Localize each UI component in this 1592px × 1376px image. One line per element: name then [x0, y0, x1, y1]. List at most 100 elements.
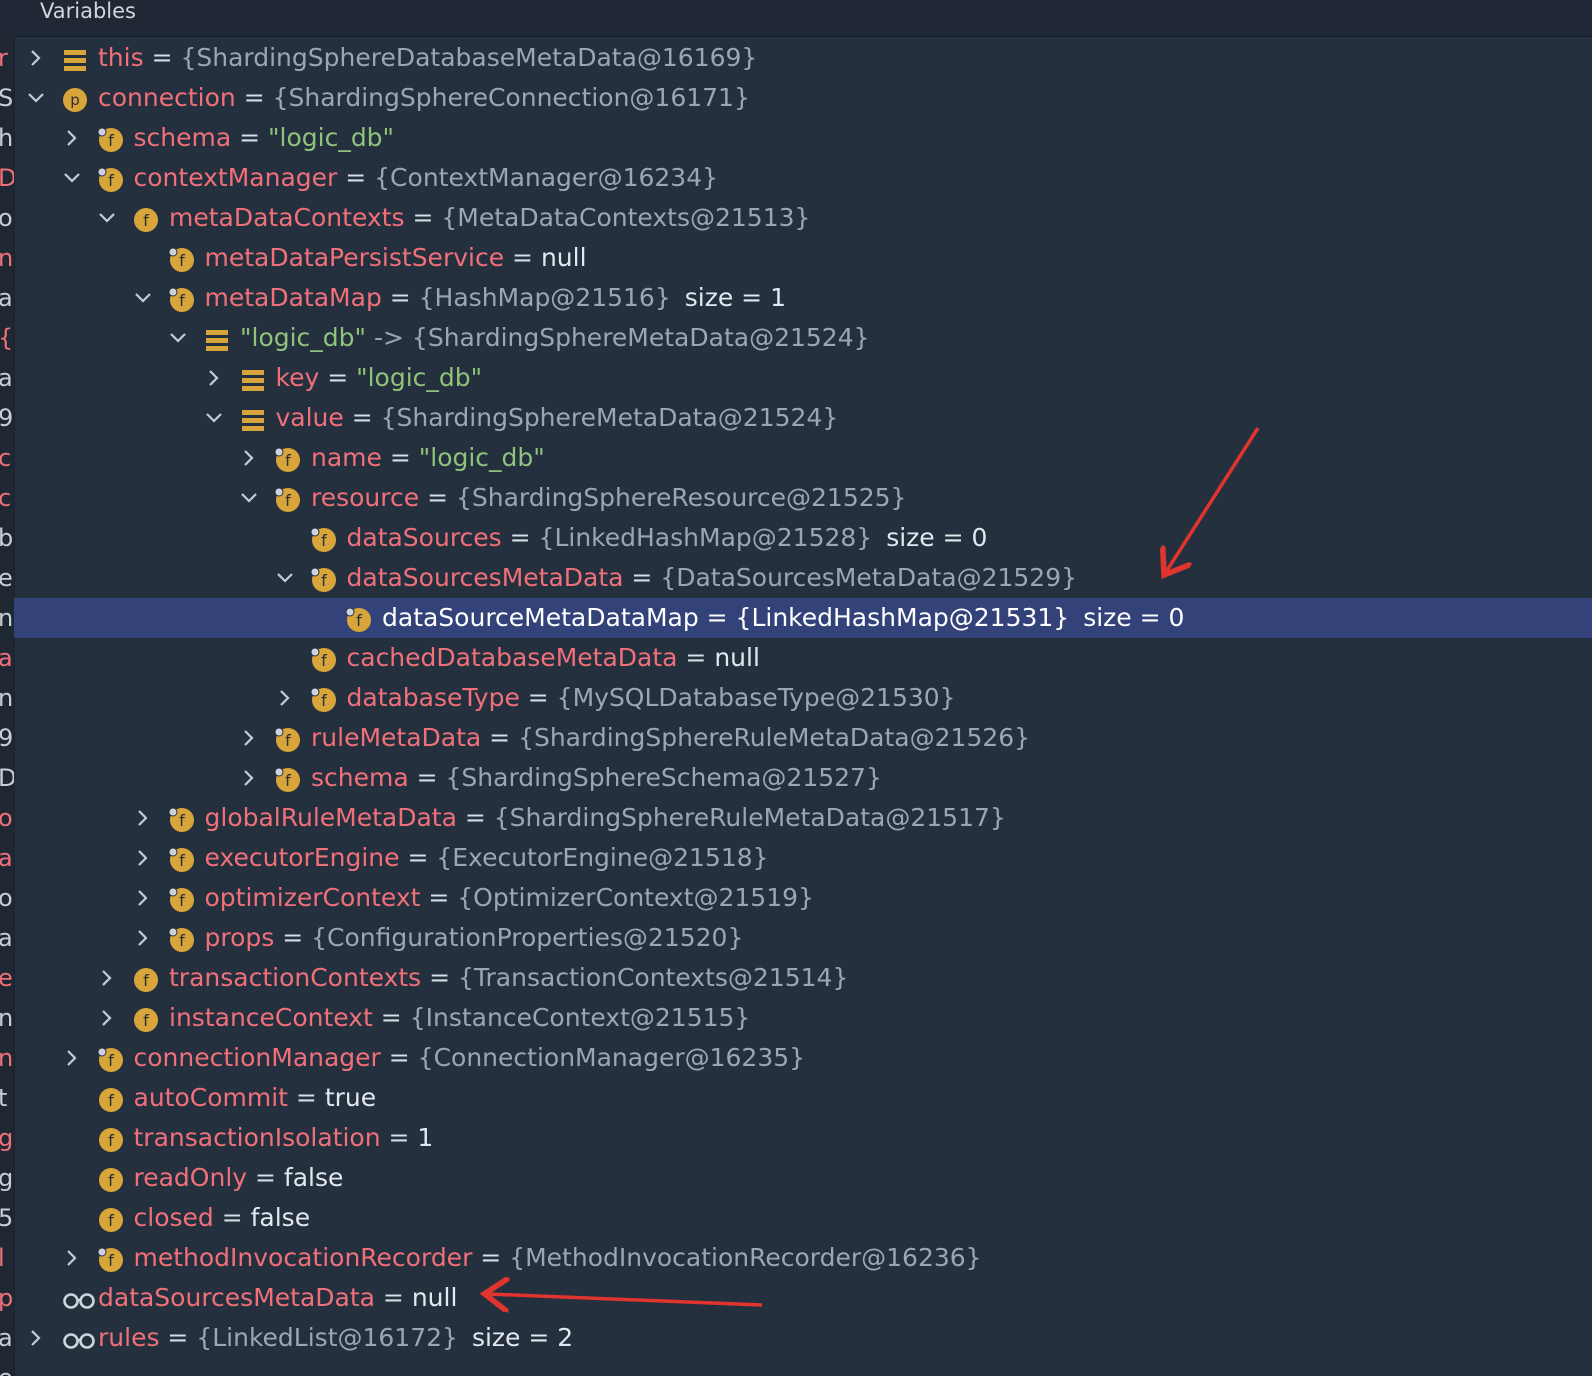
- variable-row-rulemetadata[interactable]: f ruleMetaData = {ShardingSphereRuleMetaD…: [0, 718, 1592, 758]
- variable-value: {LinkedHashMap@21528}: [538, 523, 873, 552]
- svg-text:f: f: [108, 1091, 114, 1110]
- variable-text: key = "logic_db": [276, 358, 483, 398]
- svg-text:f: f: [143, 971, 149, 990]
- chevron-right-icon[interactable]: [26, 38, 46, 78]
- svg-text:f: f: [321, 651, 327, 670]
- field-lock-icon: f: [274, 485, 301, 512]
- chevron-down-icon[interactable]: [26, 78, 46, 118]
- assign-operator: =: [504, 243, 541, 272]
- field-lock-icon: f: [310, 645, 337, 672]
- variable-row-cacheddatabasemetadata[interactable]: f cachedDatabaseMetaData = null: [0, 638, 1592, 678]
- variable-name: connectionManager: [133, 1043, 381, 1072]
- chevron-right-icon[interactable]: [133, 798, 153, 838]
- variable-row-connection[interactable]: p connection = {ShardingSphereConnection@…: [0, 78, 1592, 118]
- chevron-right-icon[interactable]: [133, 838, 153, 878]
- variable-row-executorengine[interactable]: f executorEngine = {ExecutorEngine@21518}: [0, 838, 1592, 878]
- variable-name: optimizerContext: [204, 883, 421, 912]
- panel-title: Variables: [40, 0, 136, 23]
- variable-row-schema[interactable]: f schema = "logic_db": [0, 118, 1592, 158]
- variable-text: this = {ShardingSphereDatabaseMetaData@1…: [98, 38, 757, 78]
- variable-row-methodinvocationrecorder[interactable]: f methodInvocationRecorder = {MethodInvoc…: [0, 1238, 1592, 1278]
- variable-row-metadatapersistservice[interactable]: f metaDataPersistService = null: [0, 238, 1592, 278]
- field-lock-icon: f: [345, 605, 372, 632]
- variable-row-schema[interactable]: f schema = {ShardingSphereSchema@21527}: [0, 758, 1592, 798]
- chevron-down-icon[interactable]: [204, 398, 224, 438]
- variable-name: instanceContext: [169, 1003, 373, 1032]
- variable-name: dataSources: [346, 523, 502, 552]
- variable-text: dataSourceMetaDataMap = {LinkedHashMap@2…: [382, 598, 1184, 638]
- variable-row-datasources[interactable]: f dataSources = {LinkedHashMap@21528} size…: [0, 518, 1592, 558]
- variable-value: null: [714, 643, 760, 672]
- variable-name: ruleMetaData: [311, 723, 482, 752]
- variable-value: {ContextManager@16234}: [374, 163, 719, 192]
- variable-row-globalrulemetadata[interactable]: f globalRuleMetaData = {ShardingSphereRul…: [0, 798, 1592, 838]
- chevron-right-icon[interactable]: [26, 1318, 46, 1358]
- chevron-down-icon[interactable]: [133, 278, 153, 318]
- variable-row-autocommit[interactable]: f autoCommit = true: [0, 1078, 1592, 1118]
- variable-row-connectionmanager[interactable]: f connectionManager = {ConnectionManager@…: [0, 1038, 1592, 1078]
- chevron-down-icon[interactable]: [168, 318, 188, 358]
- variable-value: {ShardingSphereRuleMetaData@21517}: [493, 803, 1006, 832]
- chevron-down-icon[interactable]: [62, 158, 82, 198]
- variable-text: metaDataPersistService = null: [205, 238, 587, 278]
- variable-row-readonly[interactable]: f readOnly = false: [0, 1158, 1592, 1198]
- chevron-right-icon[interactable]: [239, 438, 259, 478]
- chevron-down-icon[interactable]: [97, 198, 117, 238]
- variable-row-datasourcesmetadata[interactable]: dataSourcesMetaData = null: [0, 1278, 1592, 1318]
- svg-text:f: f: [179, 891, 185, 910]
- chevron-right-icon[interactable]: [204, 358, 224, 398]
- variable-row-instancecontext[interactable]: f instanceContext = {InstanceContext@2151…: [0, 998, 1592, 1038]
- svg-text:f: f: [321, 531, 327, 550]
- variable-row-datasourcemetadatamap[interactable]: f dataSourceMetaDataMap = {LinkedHashMap@…: [14, 598, 1592, 638]
- variable-name: props: [204, 923, 275, 952]
- collection-size: size = 1: [684, 283, 786, 312]
- variable-row-metadatamap[interactable]: f metaDataMap = {HashMap@21516} size = 1: [0, 278, 1592, 318]
- variable-row-this[interactable]: this = {ShardingSphereDatabaseMetaData@1…: [0, 38, 1592, 78]
- collection-size: size = 0: [886, 523, 988, 552]
- assign-operator: =: [623, 563, 661, 592]
- chevron-right-icon[interactable]: [97, 998, 117, 1038]
- field-lock-icon: f: [168, 845, 195, 872]
- assign-operator: =: [247, 1163, 284, 1192]
- variable-row-metadatacontexts[interactable]: f metaDataContexts = {MetaDataContexts@21…: [0, 198, 1592, 238]
- chevron-right-icon[interactable]: [239, 758, 259, 798]
- chevron-right-icon[interactable]: [239, 718, 259, 758]
- chevron-right-icon[interactable]: [62, 1238, 82, 1278]
- chevron-right-icon[interactable]: [97, 958, 117, 998]
- assign-operator: =: [143, 43, 181, 72]
- variable-row-closed[interactable]: f closed = false: [0, 1198, 1592, 1238]
- variable-row-resource[interactable]: f resource = {ShardingSphereResource@2152…: [0, 478, 1592, 518]
- variable-row-datasourcesmetadata[interactable]: f dataSourcesMetaData = {DataSourcesMetaD…: [0, 558, 1592, 598]
- field-lock-icon: f: [97, 165, 124, 192]
- variable-row-name[interactable]: f name = "logic_db": [0, 438, 1592, 478]
- variable-row-key[interactable]: key = "logic_db": [0, 358, 1592, 398]
- variable-row-transactionisolation[interactable]: f transactionIsolation = 1: [0, 1118, 1592, 1158]
- assign-operator: =: [287, 1083, 325, 1112]
- svg-text:f: f: [285, 731, 291, 750]
- variable-value: null: [411, 1283, 458, 1312]
- assign-operator: =: [343, 403, 381, 432]
- gutter-char: e: [0, 1358, 14, 1376]
- variable-row-logic_db[interactable]: "logic_db" -> {ShardingSphereMetaData@21…: [0, 318, 1592, 358]
- chevron-right-icon[interactable]: [62, 1038, 82, 1078]
- assign-operator: =: [404, 203, 442, 232]
- variable-row-databasetype[interactable]: f databaseType = {MySQLDatabaseType@21530…: [0, 678, 1592, 718]
- field-lock-icon: f: [168, 925, 195, 952]
- list-icon: [240, 405, 266, 431]
- variables-tree[interactable]: this = {ShardingSphereDatabaseMetaData@1…: [0, 38, 1592, 1358]
- chevron-down-icon[interactable]: [239, 478, 259, 518]
- chevron-right-icon[interactable]: [275, 678, 295, 718]
- variable-row-contextmanager[interactable]: f contextManager = {ContextManager@16234}: [0, 158, 1592, 198]
- field-lock-icon: f: [168, 245, 195, 272]
- svg-text:f: f: [108, 1251, 114, 1270]
- chevron-down-icon[interactable]: [275, 558, 295, 598]
- variable-row-value[interactable]: value = {ShardingSphereMetaData@21524}: [0, 398, 1592, 438]
- variable-row-rules[interactable]: rules = {LinkedList@16172} size = 2: [0, 1318, 1592, 1358]
- variable-row-optimizercontext[interactable]: f optimizerContext = {OptimizerContext@21…: [0, 878, 1592, 918]
- chevron-right-icon[interactable]: [133, 878, 153, 918]
- variable-row-transactioncontexts[interactable]: f transactionContexts = {TransactionConte…: [0, 958, 1592, 998]
- variable-row-props[interactable]: f props = {ConfigurationProperties@21520}: [0, 918, 1592, 958]
- variable-value: {ShardingSphereMetaData@21524}: [411, 323, 870, 352]
- chevron-right-icon[interactable]: [133, 918, 153, 958]
- chevron-right-icon[interactable]: [62, 118, 82, 158]
